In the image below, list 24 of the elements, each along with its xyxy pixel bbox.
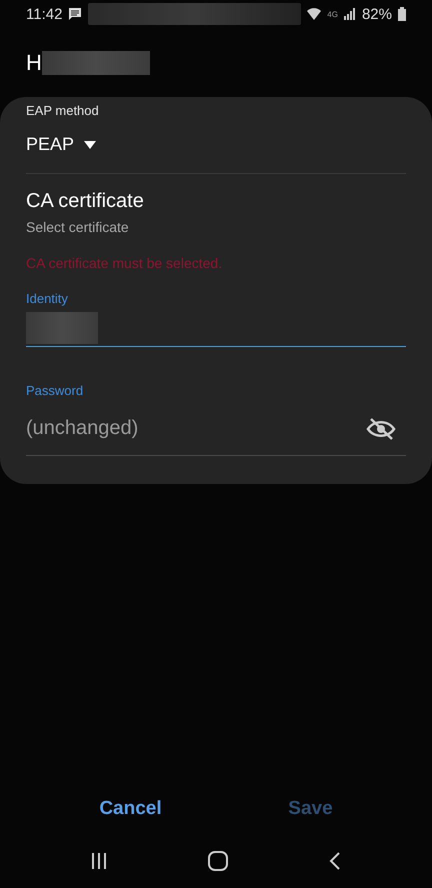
password-label: Password	[26, 383, 84, 398]
message-icon	[68, 7, 82, 21]
time: 11:42	[26, 6, 62, 22]
identity-label: Identity	[26, 291, 69, 306]
eap-method-dropdown[interactable]: PEAP	[26, 134, 96, 155]
battery-icon	[398, 7, 406, 21]
battery-percent: 82%	[362, 6, 392, 22]
network-title: H	[26, 50, 42, 76]
ca-certificate-subtitle: Select certificate	[26, 219, 130, 235]
identity-field[interactable]	[26, 310, 406, 347]
recent-apps-icon[interactable]	[90, 853, 107, 869]
wifi-icon	[307, 7, 322, 21]
redacted-block	[26, 312, 98, 344]
network-label: 4G	[327, 10, 338, 18]
ca-certificate-title[interactable]: CA certificate	[26, 190, 406, 213]
eye-slash-icon[interactable]	[366, 417, 396, 441]
home-icon[interactable]	[208, 851, 228, 871]
dialog-button[interactable]: Cancel	[89, 794, 172, 824]
error-message: CA certificate must be selected.	[26, 255, 224, 271]
eap-method-label: EAP method	[26, 103, 100, 118]
dropdown-arrow-icon	[84, 140, 96, 148]
back-icon[interactable]	[329, 852, 342, 870]
password-field[interactable]: (unchanged)	[26, 402, 406, 456]
signal-icon	[344, 8, 356, 20]
